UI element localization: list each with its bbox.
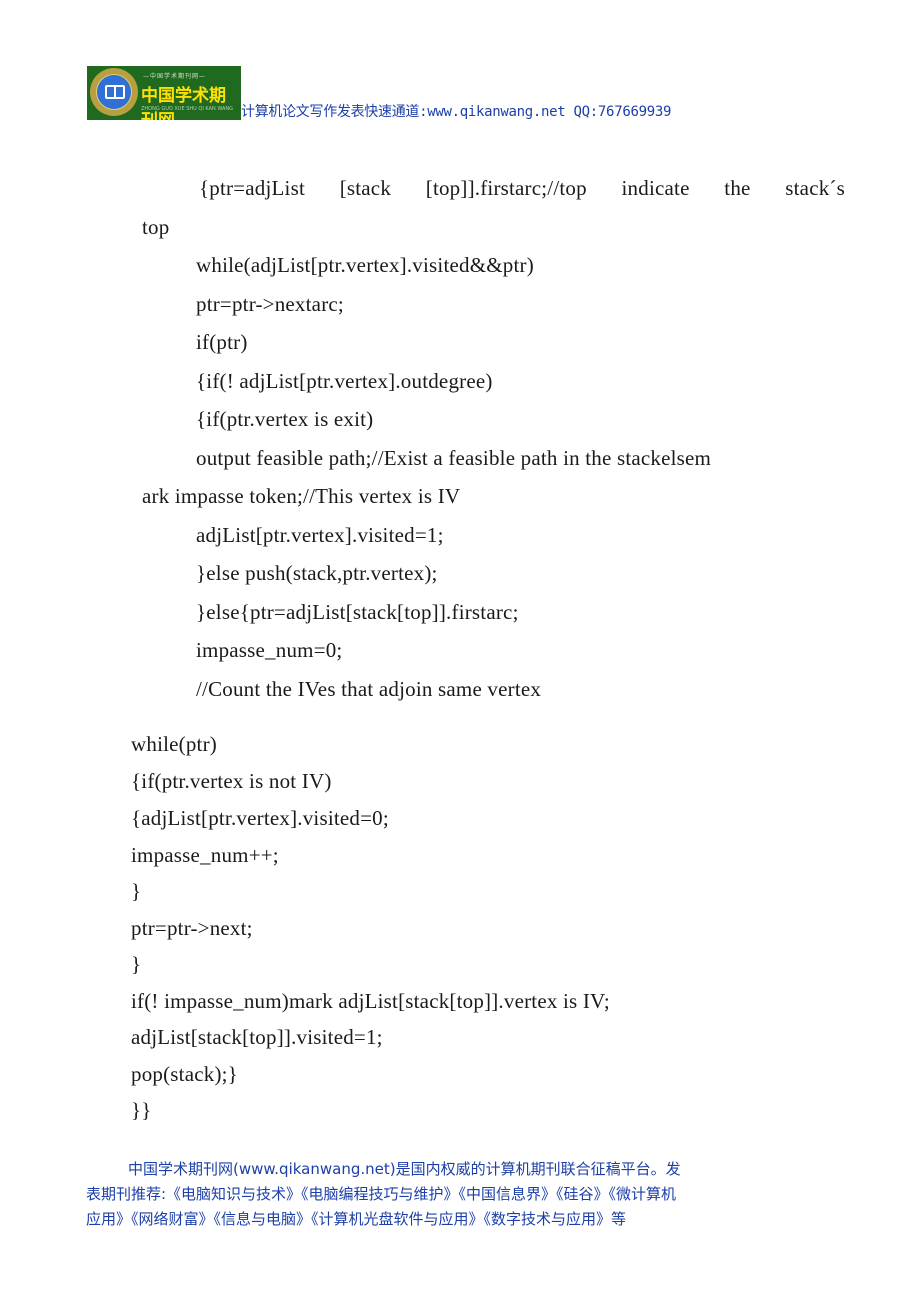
code-line: {adjList[ptr.vertex].visited=0; [131,806,389,830]
code-line: while(adjList[ptr.vertex].visited&&ptr) [196,253,534,277]
code-line: pop(stack);} [131,1062,238,1086]
code-line: impasse_num=0; [196,638,343,662]
code-line: }else{ptr=adjList[stack[top]].firstarc; [196,600,519,624]
code-line: impasse_num++; [131,843,279,867]
code-line: adjList[stack[top]].visited=1; [131,1025,383,1049]
code-line: {if(! adjList[ptr.vertex].outdegree) [196,369,493,393]
code-line: {if(ptr.vertex is exit) [196,407,374,431]
code-line: ptr=ptr->nextarc; [196,292,344,316]
footer-line: 中国学术期刊网(www.qikanwang.net)是国内权威的计算机期刊联合征… [128,1160,681,1178]
code-line: //Count the IVes that adjoin same vertex [196,677,542,701]
code-line: ptr=ptr->next; [131,916,253,940]
code-line: top [142,215,170,239]
logo-emblem [90,68,138,116]
page-header: —中国学术期刊网— 中国学术期刊网 ZHONG GUO XUE SHU QI K… [87,66,787,121]
code-line: while(ptr) [131,732,217,756]
book-icon [105,85,125,99]
code-line: if(ptr) [196,330,248,354]
code-line: output feasible path;//Exist a feasible … [196,446,712,470]
logo-sub-text: ZHONG GUO XUE SHU QI KAN WANG [141,106,234,112]
code-line: } [131,952,142,976]
logo-top-text: —中国学术期刊网— [143,73,207,80]
code-line: {ptr=adjList [stack [top]].firstarc;//to… [199,176,845,200]
code-line: adjList[ptr.vertex].visited=1; [196,523,444,547]
code-line: if(! impasse_num)mark adjList[stack[top]… [131,989,610,1013]
code-line: } [131,879,142,903]
footer-line: 表期刊推荐:《电脑知识与技术》《电脑编程技巧与维护》《中国信息界》《硅谷》《微计… [86,1185,677,1203]
header-tagline: 计算机论文写作发表快速通道:www.qikanwang.net QQ:76766… [241,104,672,120]
logo-name: 中国学术期刊网 [141,86,226,120]
footer-promo: 中国学术期刊网(www.qikanwang.net)是国内权威的计算机期刊联合征… [86,1157,746,1232]
site-logo[interactable]: —中国学术期刊网— 中国学术期刊网 ZHONG GUO XUE SHU QI K… [87,66,241,120]
code-line: }else push(stack,ptr.vertex); [196,561,438,585]
code-line: ark impasse token;//This vertex is IV [142,484,461,508]
code-line: }} [131,1098,152,1122]
footer-line: 应用》《网络财富》《信息与电脑》《计算机光盘软件与应用》《数字技术与应用》等 [86,1210,627,1228]
code-line: {if(ptr.vertex is not IV) [131,769,332,793]
